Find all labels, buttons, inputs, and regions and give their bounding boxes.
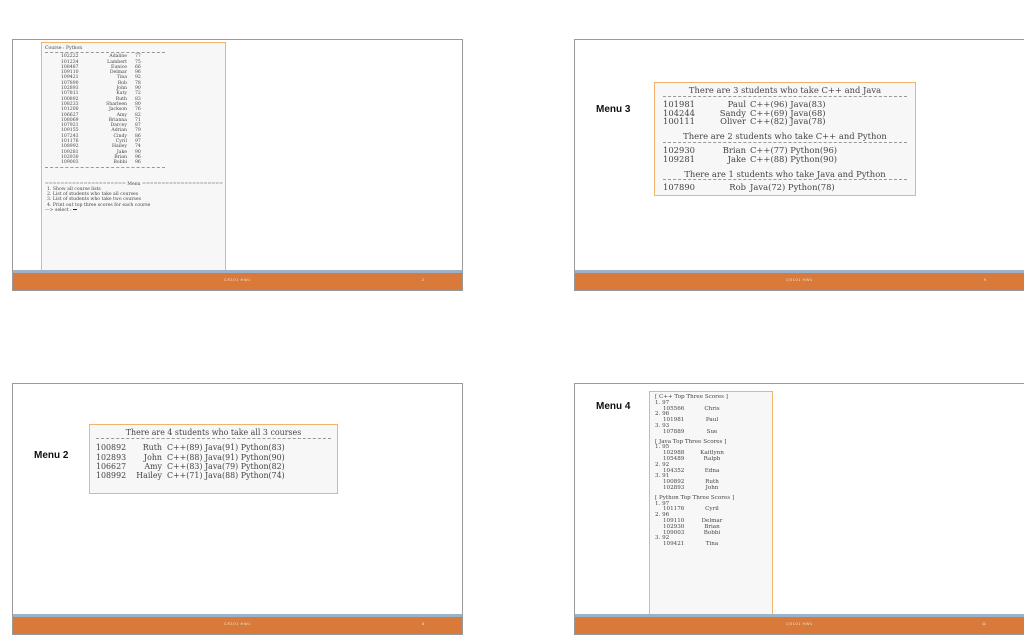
student-name: Bobbi <box>703 529 721 536</box>
slide-menu-2: Menu 2 There are 4 students who take all… <box>12 383 463 635</box>
student-score: 96 <box>135 160 141 166</box>
table-row: 109003 Bobbi 96 <box>45 160 222 165</box>
divider <box>663 95 907 97</box>
student-id: 106627 <box>96 461 127 471</box>
student-id: 107889 <box>663 428 685 435</box>
student-name: Amy <box>144 461 162 471</box>
student-name: Paul <box>705 417 719 424</box>
student-scores: Java(72) Python(78) <box>750 182 835 193</box>
table-row: 108992 Hailey C++(71) Java(88) Python(74) <box>96 471 331 480</box>
terminal-window: There are 4 students who take all 3 cour… <box>89 424 338 494</box>
footer-text: CS101 HW1 <box>786 621 813 626</box>
table-row: 100892 Ruth C++(89) Java(91) Python(83) <box>96 443 331 452</box>
menu-label: Menu 3 <box>596 104 631 115</box>
student-scores: C++(82) Java(78) <box>750 116 826 127</box>
student-id: 100111 <box>663 116 695 127</box>
student-name: Ralph <box>703 455 721 462</box>
table-row: 102893 John C++(88) Java(91) Python(90) <box>96 453 331 462</box>
student-scores: C++(88) Java(91) Python(90) <box>167 452 285 462</box>
result-heading: There are 4 students who take all 3 cour… <box>125 428 302 437</box>
section-heading: There are 1 students who take Java and P… <box>684 168 886 179</box>
student-name: Bobbi <box>113 160 128 166</box>
student-name: Sue <box>706 428 718 435</box>
student-id: 102893 <box>96 452 127 462</box>
footer-text: CS101 HW1 <box>786 277 813 282</box>
divider <box>45 166 165 168</box>
slide-menu-4: Menu 4 [ C++ Top Three Scores ] 1. 97 1055… <box>574 383 1024 635</box>
student-name: Ruth <box>142 443 162 453</box>
page-number: 11 <box>981 621 986 626</box>
student-list: 100892 Ruth C++(89) Java(91) Python(83) 102… <box>96 443 331 480</box>
menu-list: 1. Show all course lists 2. List of stude… <box>45 187 222 208</box>
terminal-window: Course : Python 102222 Adaline 77 101234 Lam… <box>41 42 226 282</box>
slide-footer: CS101 HW1 8 <box>13 614 462 634</box>
terminal-window: [ C++ Top Three Scores ] 1. 97 105566 Chris… <box>649 391 773 626</box>
student-name: Tina <box>705 541 719 548</box>
student-id: 107890 <box>663 182 695 193</box>
student-id: 109003 <box>61 160 79 166</box>
text-cursor <box>73 209 78 211</box>
student-name: Rob <box>729 182 746 193</box>
menu-label: Menu 2 <box>34 450 69 461</box>
select-prompt[interactable]: ---> select : <box>45 208 222 213</box>
student-scores: C++(88) Python(90) <box>750 153 838 164</box>
table-row: 106627 Amy C++(83) Java(79) Python(82) <box>96 462 331 471</box>
page-number: 2 <box>421 277 424 282</box>
divider <box>96 438 331 440</box>
student-score-list: 102222 Adaline 77 101234 Lambert 75 108487 Euni… <box>45 54 222 165</box>
student-scores: C++(89) Java(91) Python(83) <box>167 443 285 453</box>
slide-menu-3: Menu 3 There are 3 students who take C++… <box>574 39 1024 291</box>
student-id: 108992 <box>96 471 127 481</box>
divider <box>663 141 907 143</box>
page-number: 9 <box>983 277 986 282</box>
slide-footer: CS101 HW1 11 <box>575 614 1024 634</box>
terminal-window: There are 3 students who take C++ and Ja… <box>654 82 916 197</box>
slide-footer: CS101 HW1 2 <box>13 270 462 290</box>
page-number: 8 <box>421 621 424 626</box>
footer-text: CS101 HW1 <box>224 277 251 282</box>
table-row: 107890 Rob Java(72) Python(78) <box>663 183 907 192</box>
student-scores: C++(71) Java(88) Python(74) <box>167 471 285 481</box>
table-row: 100111 Oliver C++(82) Java(78) <box>663 117 907 126</box>
course-header: Course : Python <box>45 46 83 51</box>
student-id: 109421 <box>663 541 685 548</box>
section-heading: There are 2 students who take C++ and Py… <box>683 131 887 142</box>
slide-course-list: Course : Python 102222 Adaline 77 101234 Lam… <box>12 39 463 291</box>
student-id: 109281 <box>663 153 695 164</box>
student-name: Oliver <box>720 116 746 127</box>
prompt-text: ---> select : <box>45 208 74 214</box>
divider <box>663 179 907 181</box>
student-scores: C++(83) Java(79) Python(82) <box>167 461 285 471</box>
student-id: 102893 <box>663 484 685 491</box>
list-item: 102893 John <box>655 484 767 492</box>
table-row: 109281 Jake C++(88) Python(90) <box>663 153 907 164</box>
student-name: Hailey <box>136 471 162 481</box>
student-name: John <box>143 452 162 462</box>
student-name: John <box>705 484 719 491</box>
list-item: 109421 Tina <box>655 541 767 548</box>
menu-label: Menu 4 <box>596 401 631 412</box>
list-item: 107889 Sue <box>655 428 767 436</box>
student-id: 100892 <box>96 443 127 453</box>
student-name: Cyril <box>705 506 719 513</box>
section-heading: There are 3 students who take C++ and Ja… <box>688 85 882 95</box>
student-name: Jake <box>727 153 746 164</box>
student-name: Chris <box>704 405 720 412</box>
student-name: Edna <box>704 467 720 474</box>
slide-footer: CS101 HW1 9 <box>575 270 1024 290</box>
footer-text: CS101 HW1 <box>224 621 251 626</box>
